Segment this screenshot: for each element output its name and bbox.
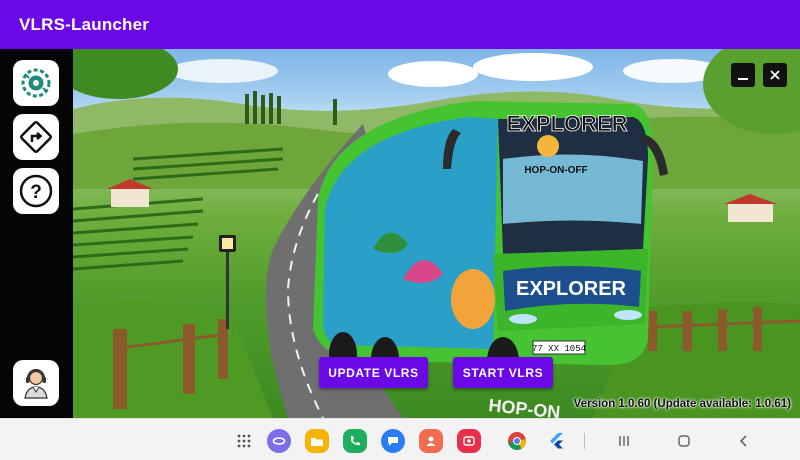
close-icon — [770, 70, 780, 80]
bus-side-text: EXPLORER — [516, 278, 627, 300]
recent-apps-icon[interactable] — [612, 429, 636, 453]
gear-bug-icon — [21, 68, 51, 98]
contacts-icon[interactable] — [419, 429, 443, 453]
bus-illustration: EXPLORER HOP-ON-OFF EXPLORER 77 XX 1054 … — [73, 49, 800, 418]
sidebar: ? — [0, 49, 73, 418]
minimize-button[interactable] — [731, 63, 755, 87]
back-icon[interactable] — [732, 429, 756, 453]
banner-image: EXPLORER HOP-ON-OFF EXPLORER 77 XX 1054 … — [73, 49, 800, 418]
browser-icon[interactable] — [267, 429, 291, 453]
question-icon: ? — [19, 174, 53, 208]
bus-plate-text: 77 XX 1054 — [532, 344, 586, 354]
messages-icon[interactable] — [381, 429, 405, 453]
bus-subtitle-text: HOP-ON-OFF — [524, 165, 587, 176]
update-vlrs-button[interactable]: UPDATE VLRS — [319, 357, 428, 388]
route-button[interactable] — [13, 114, 59, 160]
flutter-icon[interactable] — [545, 429, 569, 453]
app-title: VLRS-Launcher — [19, 15, 150, 34]
start-vlrs-button[interactable]: START VLRS — [453, 357, 553, 388]
support-button[interactable] — [13, 360, 59, 406]
chrome-icon[interactable] — [505, 429, 529, 453]
route-sign-icon — [20, 121, 52, 153]
headset-agent-icon — [24, 369, 48, 399]
help-glyph: ? — [30, 182, 42, 203]
close-button[interactable] — [763, 63, 787, 87]
taskbar — [0, 418, 800, 460]
taskbar-divider — [584, 433, 585, 449]
bus-title-text: EXPLORER — [506, 111, 627, 136]
apps-grid-icon[interactable] — [232, 429, 256, 453]
files-icon[interactable] — [305, 429, 329, 453]
version-label: Version 1.0.60 (Update available: 1.0.61… — [573, 398, 791, 410]
home-icon[interactable] — [672, 429, 696, 453]
phone-icon[interactable] — [343, 429, 367, 453]
help-button[interactable]: ? — [13, 168, 59, 214]
road-text: HOP-ON — [488, 395, 562, 418]
screen-recorder-icon[interactable] — [457, 429, 481, 453]
settings-button[interactable] — [13, 60, 59, 106]
app-bar: VLRS-Launcher — [0, 0, 800, 49]
minimize-icon — [738, 78, 748, 80]
